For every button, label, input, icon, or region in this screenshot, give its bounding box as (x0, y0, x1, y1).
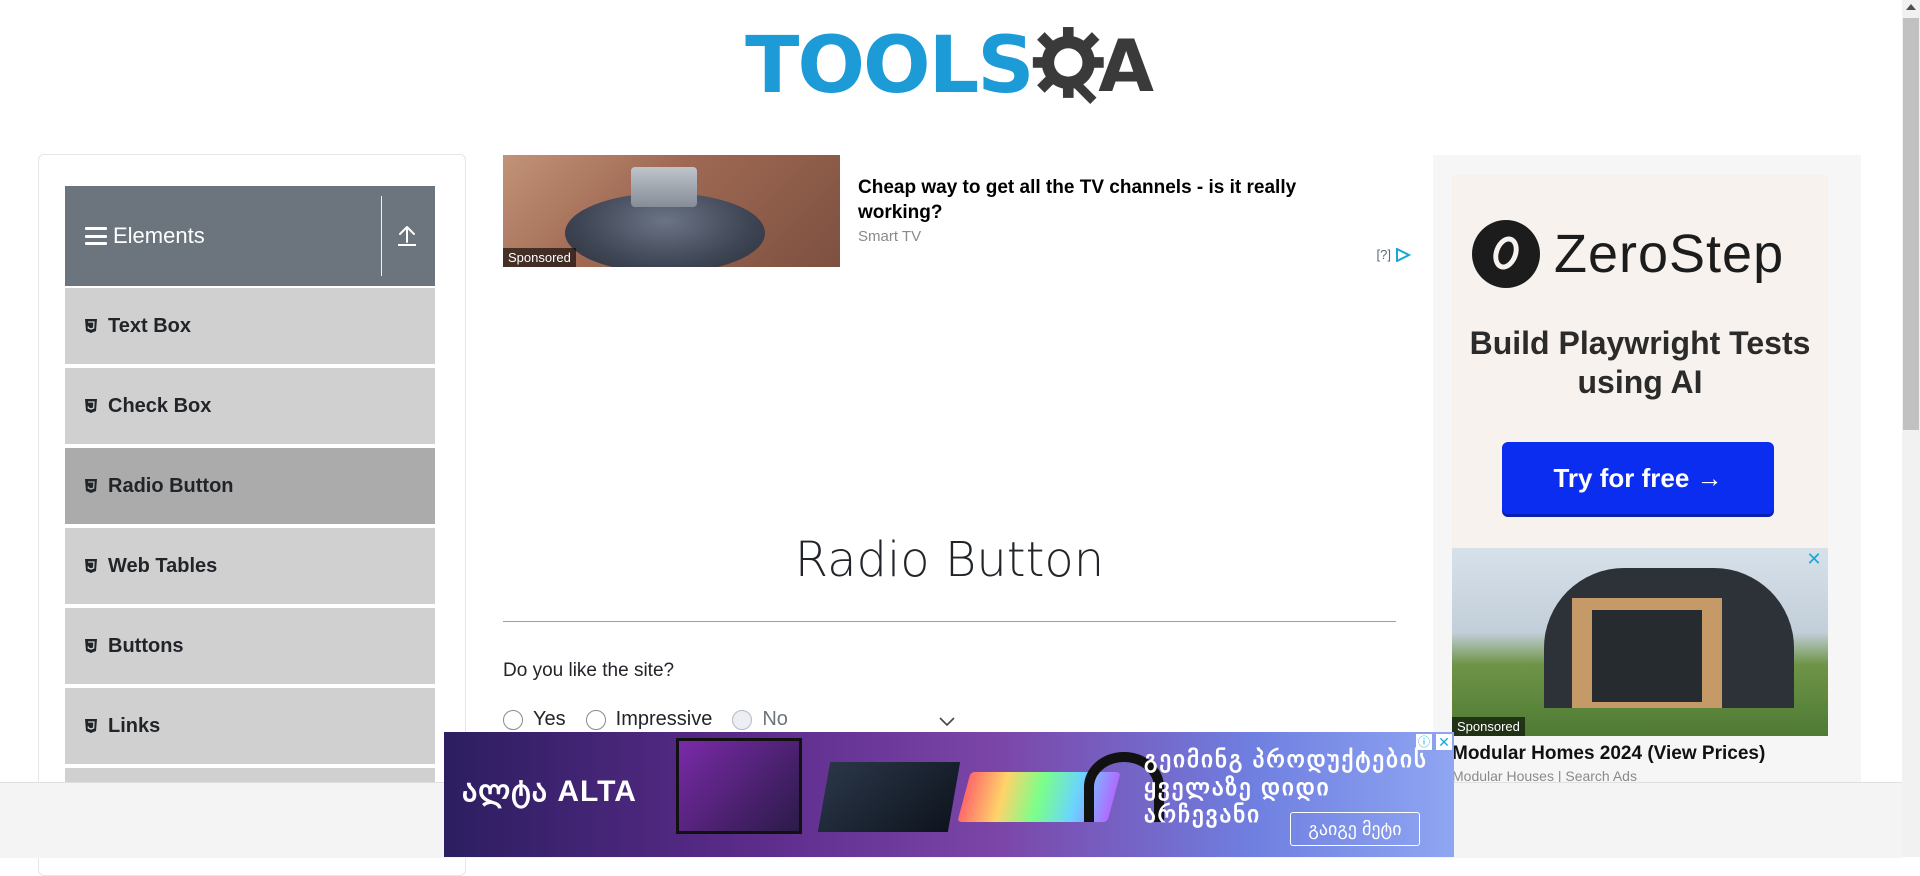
sidebar-item-radio-button[interactable]: Radio Button (65, 446, 435, 524)
ad-headline[interactable]: Cheap way to get all the TV channels - i… (858, 175, 1358, 225)
radio-group: Yes Impressive No (503, 708, 808, 731)
sidebar-item-buttons[interactable]: Buttons (65, 606, 435, 684)
sidebar-item-label: Links (108, 714, 161, 737)
elements-group-header[interactable]: Elements (65, 186, 435, 286)
chevron-down-icon[interactable] (938, 716, 956, 728)
html5-icon (85, 639, 97, 653)
menu-icon (85, 227, 107, 245)
page-title: Radio Button (794, 532, 1105, 588)
sponsored-label: Sponsored (503, 248, 576, 267)
radio-yes[interactable] (503, 709, 523, 730)
zerostep-brand: ZeroStep (1554, 224, 1785, 284)
sidebar-item-text-box[interactable]: Text Box (65, 286, 435, 364)
sidebar-item-web-tables[interactable]: Web Tables (65, 526, 435, 604)
scrollbar-thumb[interactable] (1903, 18, 1919, 430)
house-window-image (1592, 610, 1702, 702)
ad-info-icon[interactable]: ⓘ (1416, 734, 1432, 750)
radio-impressive[interactable] (585, 709, 606, 730)
zerostep-logo[interactable]: ZeroStep (1472, 220, 1784, 288)
adchoices-icon[interactable] (1395, 247, 1413, 262)
house-ad-title[interactable]: Modular Homes 2024 (View Prices) (1452, 743, 1765, 765)
sidebar-item-label: Radio Button (108, 474, 234, 497)
hdmi-plug-image (631, 167, 697, 207)
sidebar-item-check-box[interactable]: Check Box (65, 366, 435, 444)
zerostep-mark-icon (1472, 220, 1540, 288)
ad-image[interactable]: Sponsored (503, 155, 840, 267)
gaming-laptop-image (817, 762, 961, 832)
collapse-arrow-icon[interactable] (396, 224, 418, 248)
ad-help-link[interactable]: [?] (1377, 247, 1391, 262)
question-text: Do you like the site? (503, 660, 675, 681)
close-ad-icon[interactable]: ✕ (1805, 550, 1823, 568)
zerostep-headline: Build Playwright Tests using AI (1469, 325, 1811, 400)
ad-source[interactable]: Smart TV (858, 228, 921, 245)
bottom-banner-ad[interactable]: ალტა ALTA გეიმინგ პროდუქტების ყველაზე დი… (444, 732, 1454, 857)
scroll-up-arrow-icon[interactable] (1906, 4, 1916, 10)
learn-more-button[interactable]: გაიგე მეტი (1290, 812, 1420, 846)
logo-text: TOOLS (745, 21, 1034, 111)
group-title: Elements (113, 223, 205, 248)
title-divider (503, 621, 1396, 622)
banner-headline-line1: გეიმინგ პროდუქტების (1144, 746, 1428, 772)
html5-icon (85, 559, 97, 573)
ad-info[interactable]: [?] (1377, 247, 1413, 262)
gaming-monitor-image (676, 738, 802, 834)
radio-label-impressive[interactable]: Impressive (616, 708, 713, 731)
html5-icon (85, 479, 97, 493)
close-banner-icon[interactable]: ✕ (1436, 734, 1452, 750)
sidebar-item-label: Buttons (108, 634, 184, 657)
sidebar-item-label: Web Tables (108, 554, 218, 577)
modular-home-ad-image[interactable] (1452, 548, 1828, 736)
html5-icon (85, 319, 97, 333)
try-for-free-button[interactable]: Try for free → (1502, 442, 1774, 514)
sidebar-item-label: Text Box (108, 314, 191, 337)
radio-label-yes[interactable]: Yes (533, 708, 566, 731)
sponsored-label: Sponsored (1452, 717, 1525, 736)
radio-label-no: No (762, 708, 788, 730)
top-sponsored-ad[interactable]: Sponsored Cheap way to get all the TV ch… (503, 155, 1413, 270)
html5-icon (85, 399, 97, 413)
radio-no (732, 709, 753, 730)
header-divider (381, 196, 382, 276)
toolsqa-logo[interactable]: TOOLS A (745, 16, 1154, 116)
sidebar-item-label: Check Box (108, 394, 212, 417)
sidebar-item-links[interactable]: Links (65, 686, 435, 764)
logo-a: A (1098, 24, 1154, 108)
alta-logo: ალტა ALTA (462, 775, 637, 808)
html5-icon (85, 719, 97, 733)
